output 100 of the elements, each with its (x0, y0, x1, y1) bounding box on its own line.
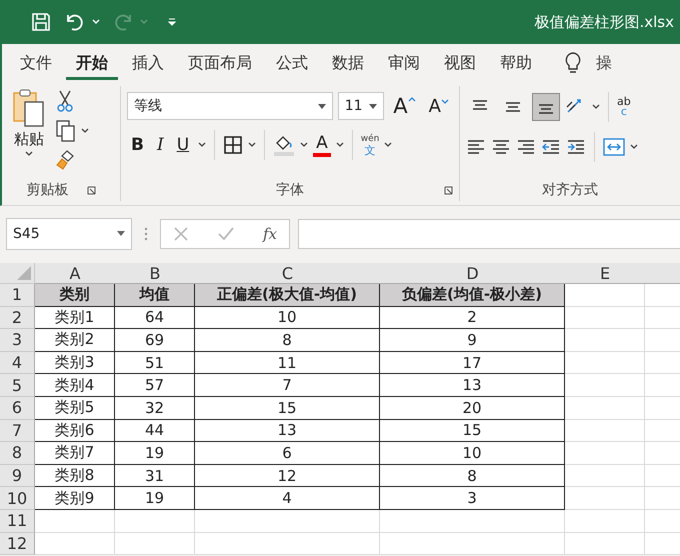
table-cell: 类别 (35, 284, 115, 307)
row-header[interactable]: 12 (0, 532, 35, 556)
group-label: 字体 (276, 181, 304, 199)
grow-font-button[interactable]: A (389, 92, 420, 120)
drag-handle-icon[interactable] (144, 226, 148, 242)
save-icon[interactable] (30, 11, 52, 33)
paste-button[interactable]: 粘贴 (8, 88, 50, 177)
table-cell: 类别7 (35, 442, 115, 465)
row-header[interactable]: 4 (0, 352, 35, 374)
ribbon-tab[interactable]: 公式 (266, 46, 318, 80)
insert-function-button[interactable]: fx (263, 224, 278, 242)
underline-button[interactable]: U (172, 133, 194, 157)
row-header[interactable]: 5 (0, 374, 35, 397)
bold-button[interactable]: B (127, 133, 148, 157)
ribbon-tab[interactable]: 文件 (10, 46, 62, 80)
merge-center-icon[interactable] (603, 138, 625, 156)
row-header[interactable]: 10 (0, 487, 35, 510)
table-cell: 负偏差(均值-极小差) (380, 284, 565, 307)
clipboard-icon (12, 88, 46, 128)
table-cell: 均值 (115, 284, 195, 307)
row-header[interactable]: 11 (0, 510, 35, 533)
table-cell: 57 (115, 374, 195, 397)
ribbon-tab[interactable]: 开始 (66, 46, 118, 80)
row-header[interactable]: 6 (0, 396, 35, 420)
table-cell: 类别2 (35, 329, 115, 352)
table-cell: 8 (195, 329, 380, 352)
formula-input-field[interactable] (298, 218, 680, 248)
customize-icon[interactable] (168, 18, 176, 26)
table-cell: 2 (380, 306, 565, 330)
vertical-align-button[interactable] (532, 93, 560, 121)
table-cell: 8 (380, 464, 565, 488)
format-painter-icon[interactable] (56, 150, 76, 170)
table-cell: 19 (115, 442, 195, 465)
ribbon-tab[interactable]: 视图 (434, 46, 486, 80)
table-cell: 10 (195, 306, 380, 330)
caret-icon[interactable] (198, 142, 206, 148)
triangle-icon (17, 266, 31, 280)
ribbon-tab[interactable]: 数据 (322, 46, 374, 80)
column-header[interactable]: C (195, 263, 381, 284)
dialog-launcher-icon[interactable] (86, 186, 96, 194)
font-size-dropdown[interactable]: 11 (338, 92, 384, 120)
column-header[interactable]: E (565, 263, 646, 284)
copy-icon[interactable] (56, 120, 76, 142)
caret-icon (318, 104, 326, 108)
caret-icon[interactable] (592, 104, 600, 110)
table-cell: 类别5 (35, 396, 115, 420)
table-cell: 11 (195, 352, 380, 374)
row-header[interactable]: 7 (0, 420, 35, 442)
table-cell: 32 (115, 396, 195, 420)
borders-icon[interactable] (223, 135, 244, 155)
table-cell: 64 (115, 306, 195, 330)
dialog-launcher-icon[interactable] (444, 186, 453, 194)
tell-me-text[interactable]: 操 (596, 52, 612, 74)
checkmark-icon[interactable] (217, 226, 235, 242)
row-header[interactable]: 8 (0, 442, 35, 465)
table-cell: 31 (115, 464, 195, 488)
lightbulb-icon[interactable] (564, 52, 582, 74)
row-header[interactable]: 2 (0, 306, 35, 330)
horizontal-align-icon[interactable] (491, 139, 511, 155)
table-cell: 类别1 (35, 306, 115, 330)
caret-icon[interactable] (300, 142, 308, 148)
row-header[interactable]: 9 (0, 464, 35, 488)
font-color-button[interactable]: A (313, 133, 331, 157)
wrap-text-button[interactable]: ab c (617, 97, 631, 117)
font-name-dropdown[interactable]: 等线 (127, 92, 333, 120)
ribbon-tab[interactable]: 插入 (122, 46, 174, 80)
italic-button[interactable]: I (152, 133, 168, 157)
decrease-indent-icon[interactable] (541, 139, 561, 155)
group-label: 剪贴板 (26, 181, 68, 199)
horizontal-align-icon[interactable] (466, 139, 486, 155)
group-label: 对齐方式 (542, 181, 598, 199)
ribbon-tab[interactable]: 帮助 (490, 46, 542, 80)
table-cell: 12 (195, 464, 380, 488)
row-header[interactable]: 1 (0, 284, 35, 307)
fill-color-icon[interactable] (273, 134, 296, 156)
caret-icon[interactable] (248, 142, 256, 148)
table-cell: 15 (195, 396, 380, 420)
caret-icon[interactable] (336, 142, 344, 148)
shrink-font-button[interactable]: A (424, 94, 453, 118)
table-cell: 51 (115, 352, 195, 374)
column-header[interactable]: A (35, 263, 116, 284)
table-cell: 17 (380, 352, 565, 374)
horizontal-align-icon[interactable] (516, 139, 536, 155)
scissors-icon[interactable] (56, 90, 74, 112)
caret-icon[interactable] (630, 144, 638, 150)
caret-icon[interactable] (81, 128, 89, 134)
table-cell: 正偏差(极大值-均值) (195, 284, 380, 307)
column-header[interactable]: D (380, 263, 566, 284)
table-cell: 6 (195, 442, 380, 465)
row-header[interactable]: 3 (0, 329, 35, 352)
phonetic-guide-button[interactable]: wén 文 (360, 134, 380, 156)
increase-indent-icon[interactable] (566, 139, 586, 155)
caret-icon (117, 231, 125, 236)
table-cell: 类别6 (35, 420, 115, 442)
ribbon-tab[interactable]: 审阅 (378, 46, 430, 80)
caret-icon[interactable] (384, 142, 392, 148)
ribbon-tab[interactable]: 页面布局 (178, 46, 262, 80)
table-cell: 类别4 (35, 374, 115, 397)
name-box[interactable]: S45 (6, 218, 132, 250)
column-header[interactable]: B (115, 263, 196, 284)
